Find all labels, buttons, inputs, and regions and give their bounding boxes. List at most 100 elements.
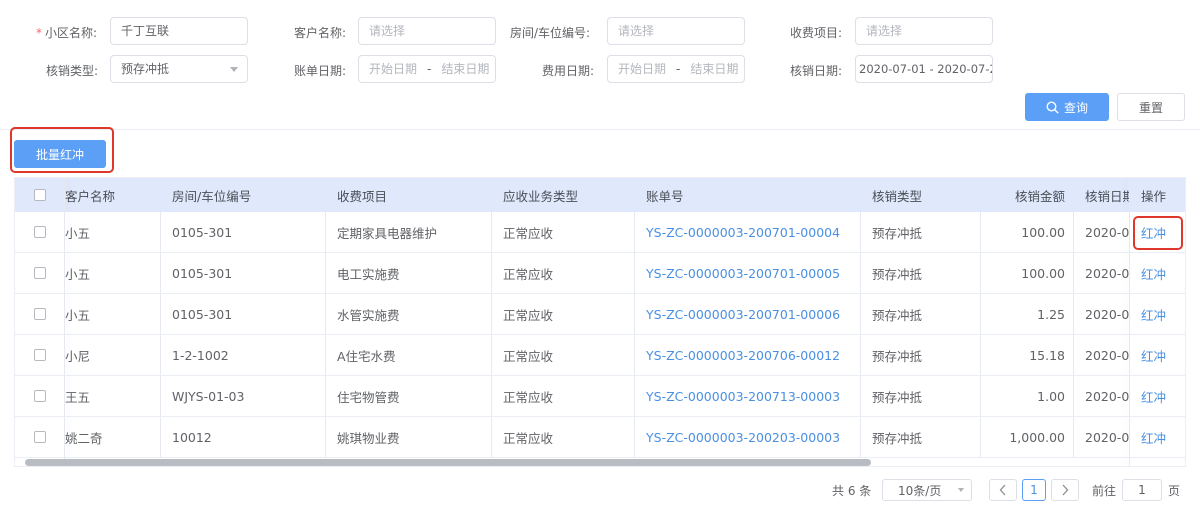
page-size-select[interactable]: 10条/页 bbox=[882, 479, 972, 501]
fee-date-start: 开始日期 bbox=[618, 62, 667, 76]
table-row: 姚二奇 10012 姚琪物业费 正常应收 YS-ZC-0000003-200203-00… bbox=[15, 417, 1185, 458]
header-writeoff-type: 核销类型 bbox=[872, 188, 923, 204]
community-label: * 小区名称: bbox=[36, 24, 97, 41]
cell-biz-type: 正常应收 bbox=[503, 307, 554, 323]
room-placeholder: 请选择 bbox=[618, 24, 655, 38]
writeoff-date-value: 2020-07-01 - 2020-07-28 bbox=[859, 62, 993, 76]
cell-fee-item: 电工实施费 bbox=[337, 266, 400, 282]
header-bill-no: 账单号 bbox=[646, 188, 684, 204]
row-checkbox[interactable] bbox=[34, 431, 46, 443]
bill-date-end: 结束日期 bbox=[441, 62, 490, 76]
row-checkbox[interactable] bbox=[34, 349, 46, 361]
table-row: 王五 WJYS-01-03 住宅物管费 正常应收 YS-ZC-0000003-20071… bbox=[15, 376, 1185, 417]
bill-date-label: 账单日期: bbox=[294, 64, 347, 78]
cell-customer: 姚二奇 bbox=[65, 430, 103, 446]
select-all-checkbox[interactable] bbox=[34, 189, 46, 201]
goto-page-input[interactable]: 1 bbox=[1122, 479, 1162, 501]
cell-bill-no[interactable]: YS-ZC-0000003-200713-00003 bbox=[634, 376, 860, 416]
cell-bill-no[interactable]: YS-ZC-0000003-200701-00006 bbox=[634, 294, 860, 334]
community-input[interactable]: 千丁互联 bbox=[110, 17, 248, 45]
cell-writeoff-type: 预存冲抵 bbox=[872, 430, 923, 446]
header-actions: 操作 bbox=[1129, 178, 1185, 212]
batch-reverse-button[interactable]: 批量红冲 bbox=[14, 140, 106, 168]
writeoff-date-range[interactable]: 2020-07-01 - 2020-07-28 bbox=[855, 55, 993, 83]
reverse-link[interactable]: 红冲 bbox=[1129, 253, 1185, 293]
reverse-link[interactable]: 红冲 bbox=[1129, 417, 1185, 457]
cell-customer: 小尼 bbox=[65, 348, 91, 364]
row-select-cell bbox=[15, 376, 65, 416]
cell-fee-item: 住宅物管费 bbox=[337, 389, 400, 405]
bill-date-start: 开始日期 bbox=[369, 62, 418, 76]
cell-fee-item: A住宅水费 bbox=[337, 348, 396, 364]
fee-date-label: 费用日期: bbox=[542, 64, 595, 78]
search-button[interactable]: 查询 bbox=[1025, 93, 1109, 121]
row-checkbox[interactable] bbox=[34, 308, 46, 320]
cell-bill-no[interactable]: YS-ZC-0000003-200203-00003 bbox=[634, 417, 860, 457]
chevron-down-icon bbox=[230, 67, 238, 72]
search-icon bbox=[1046, 100, 1059, 114]
cell-writeoff-type: 预存冲抵 bbox=[872, 389, 923, 405]
room-select[interactable]: 请选择 bbox=[607, 17, 745, 45]
fee-date-end: 结束日期 bbox=[690, 62, 739, 76]
row-select-cell bbox=[15, 294, 65, 334]
cell-biz-type: 正常应收 bbox=[503, 430, 554, 446]
row-checkbox[interactable] bbox=[34, 267, 46, 279]
reverse-link[interactable]: 红冲 bbox=[1129, 376, 1185, 416]
cell-customer: 小五 bbox=[65, 225, 91, 241]
cell-bill-no[interactable]: YS-ZC-0000003-200701-00005 bbox=[634, 253, 860, 293]
cell-biz-type: 正常应收 bbox=[503, 225, 554, 241]
highlight-box bbox=[1133, 216, 1183, 250]
pagination-total: 共 6 条 bbox=[832, 483, 872, 498]
fee-item-label: 收费项目: bbox=[790, 26, 843, 40]
search-button-label: 查询 bbox=[1063, 100, 1088, 115]
customer-label: 客户名称: bbox=[294, 26, 347, 40]
left-fixed-shadow bbox=[64, 178, 65, 466]
cell-fee-item: 姚琪物业费 bbox=[337, 430, 400, 446]
fee-item-placeholder: 请选择 bbox=[866, 24, 903, 38]
goto-prefix: 前往 bbox=[1092, 483, 1117, 498]
right-fixed-shadow bbox=[1129, 178, 1130, 466]
cell-amount: 1.00 bbox=[1037, 388, 1065, 404]
fee-date-range[interactable]: 开始日期 - 结束日期 bbox=[607, 55, 745, 83]
header-room: 房间/车位编号 bbox=[172, 188, 252, 204]
writeoff-date-label: 核销日期: bbox=[790, 64, 843, 78]
chevron-down-icon bbox=[958, 488, 964, 492]
writeoff-type-label: 核销类型: bbox=[46, 64, 99, 78]
room-label: 房间/车位编号: bbox=[510, 26, 591, 40]
cell-bill-no[interactable]: YS-ZC-0000003-200706-00012 bbox=[634, 335, 860, 375]
cell-bill-no[interactable]: YS-ZC-0000003-200701-00004 bbox=[634, 212, 860, 252]
reset-button[interactable]: 重置 bbox=[1117, 93, 1185, 121]
row-select-cell bbox=[15, 212, 65, 252]
cell-writeoff-type: 预存冲抵 bbox=[872, 225, 923, 241]
cell-biz-type: 正常应收 bbox=[503, 266, 554, 282]
cell-fee-item: 水管实施费 bbox=[337, 307, 400, 323]
cell-room: 0105-301 bbox=[172, 265, 233, 281]
customer-select[interactable]: 请选择 bbox=[358, 17, 496, 45]
cell-amount: 1.25 bbox=[1037, 306, 1065, 322]
header-amount: 核销金额 bbox=[1014, 188, 1065, 204]
prev-page-button[interactable] bbox=[989, 479, 1017, 501]
cell-writeoff-type: 预存冲抵 bbox=[872, 307, 923, 323]
page-size-value: 10条/页 bbox=[898, 483, 942, 498]
horizontal-scrollbar[interactable] bbox=[25, 459, 871, 466]
reverse-link[interactable]: 红冲 bbox=[1129, 294, 1185, 334]
page-number-current[interactable]: 1 bbox=[1022, 479, 1046, 501]
writeoff-type-select[interactable]: 预存冲抵 bbox=[110, 55, 248, 83]
fee-item-select[interactable]: 请选择 bbox=[855, 17, 993, 45]
cell-room: 10012 bbox=[172, 429, 212, 445]
table-row: 小五 0105-301 定期家具电器维护 正常应收 YS-ZC-0000003-2007… bbox=[15, 212, 1185, 253]
table-row: 小五 0105-301 电工实施费 正常应收 YS-ZC-0000003-200701-… bbox=[15, 253, 1185, 294]
header-biz-type: 应收业务类型 bbox=[503, 188, 579, 204]
cell-room: 1-2-1002 bbox=[172, 347, 229, 363]
cell-room: WJYS-01-03 bbox=[172, 388, 245, 404]
batch-reverse-label: 批量红冲 bbox=[35, 147, 84, 162]
next-page-button[interactable] bbox=[1051, 479, 1079, 501]
row-checkbox[interactable] bbox=[34, 390, 46, 402]
data-table: 客户名称 房间/车位编号 收费项目 应收业务类型 账单号 核销类型 核销金额 核… bbox=[14, 177, 1186, 467]
table-row: 小尼 1-2-1002 A住宅水费 正常应收 YS-ZC-0000003-200706-… bbox=[15, 335, 1185, 376]
bill-date-range[interactable]: 开始日期 - 结束日期 bbox=[358, 55, 496, 83]
cell-writeoff-type: 预存冲抵 bbox=[872, 266, 923, 282]
reverse-link[interactable]: 红冲 bbox=[1129, 335, 1185, 375]
row-checkbox[interactable] bbox=[34, 226, 46, 238]
reset-button-label: 重置 bbox=[1138, 100, 1163, 115]
